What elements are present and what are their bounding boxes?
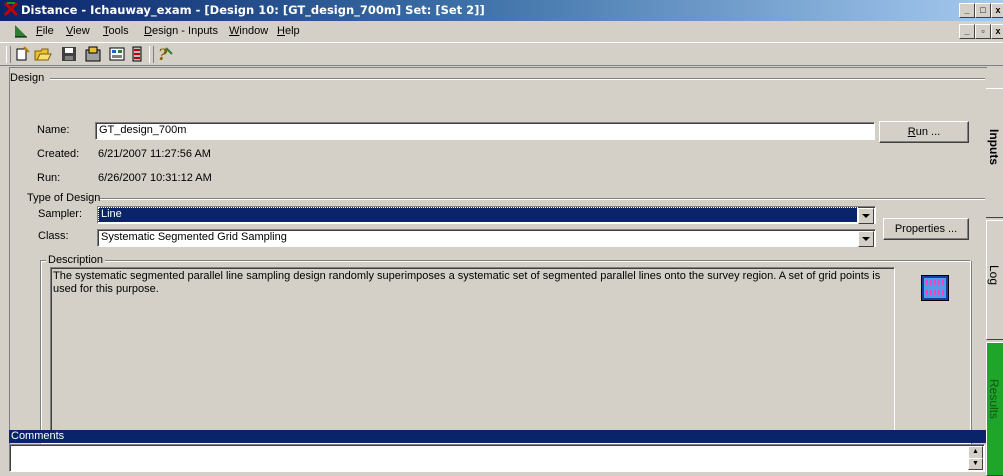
menu-design-inputs[interactable]: Design - Inputs	[144, 25, 218, 37]
toolbar-grip[interactable]	[6, 46, 11, 63]
class-select-value: Systematic Segmented Grid Sampling	[101, 231, 287, 243]
window-title: Distance - Ichauway_exam - [Design 10: […	[21, 3, 485, 17]
help-wizard-icon[interactable]: ?	[156, 45, 174, 63]
class-label: Class:	[38, 230, 69, 242]
tab-log[interactable]: Log	[986, 220, 1003, 340]
title-bar: Distance - Ichauway_exam - [Design 10: […	[0, 0, 1003, 21]
sampler-select-value: Line	[101, 208, 122, 220]
sampler-selection-highlight	[98, 207, 858, 223]
comments-header: Comments	[9, 430, 986, 443]
sampler-select[interactable]: Line	[97, 206, 876, 224]
properties-button[interactable]: Properties ...	[883, 218, 969, 240]
toolbar: ?	[0, 42, 1003, 66]
design-inputs-panel: Design Name: GT_design_700m Run ... Crea…	[9, 67, 987, 456]
name-field[interactable]: GT_design_700m	[95, 122, 875, 140]
toolbar-separator	[149, 46, 154, 63]
results-browser-icon[interactable]	[128, 45, 146, 63]
menu-bar: File View Tools Design - Inputs Window H…	[0, 21, 1003, 41]
class-select[interactable]: Systematic Segmented Grid Sampling	[97, 229, 876, 247]
menu-file[interactable]: File	[36, 25, 54, 37]
class-dropdown-arrow-icon[interactable]	[858, 231, 874, 247]
name-field-value: GT_design_700m	[99, 124, 187, 136]
segmented-grid-design-icon	[921, 275, 949, 301]
menu-tools[interactable]: Tools	[103, 25, 129, 37]
distance-app-icon	[4, 2, 18, 16]
menu-view[interactable]: View	[66, 25, 90, 37]
type-of-design-divider	[100, 198, 985, 200]
design-document-icon[interactable]	[14, 24, 28, 38]
sampler-label: Sampler:	[38, 208, 83, 220]
maximize-button[interactable]: □	[975, 3, 991, 18]
menu-window[interactable]: Window	[229, 25, 268, 37]
design-group-divider	[50, 78, 985, 80]
created-label: Created:	[37, 148, 80, 160]
design-group-label: Design	[10, 72, 45, 84]
comments-scroll-down-icon[interactable]: ▼	[968, 458, 983, 470]
new-project-icon[interactable]	[14, 45, 32, 63]
run-button[interactable]: Run ...	[879, 121, 969, 143]
description-group-label: Description	[46, 254, 106, 266]
save-disk-icon[interactable]	[60, 45, 78, 63]
tab-inputs[interactable]: Inputs	[986, 88, 1003, 218]
created-value: 6/21/2007 11:27:56 AM	[98, 148, 211, 160]
data-explorer-icon[interactable]	[84, 45, 102, 63]
tab-results-label: Results	[987, 379, 1001, 420]
open-folder-icon[interactable]	[34, 45, 52, 63]
close-button[interactable]: x	[991, 3, 1003, 18]
menu-help[interactable]: Help	[277, 25, 300, 37]
type-of-design-group-label: Type of Design	[27, 192, 101, 204]
mdi-minimize-button[interactable]: _	[959, 24, 975, 39]
minimize-button[interactable]: _	[959, 3, 975, 18]
comments-field[interactable]: ▲ ▼	[9, 444, 985, 472]
tab-results[interactable]: Results	[986, 342, 1003, 476]
description-text-area: The systematic segmented parallel line s…	[50, 267, 895, 433]
description-text: The systematic segmented parallel line s…	[53, 270, 881, 295]
name-label: Name:	[37, 124, 70, 136]
mdi-close-button[interactable]: x	[991, 24, 1003, 39]
tab-inputs-label: Inputs	[987, 129, 1001, 165]
mdi-restore-button[interactable]: ▫	[975, 24, 991, 39]
sampler-dropdown-arrow-icon[interactable]	[858, 208, 874, 224]
run-value: 6/26/2007 10:31:12 AM	[98, 172, 212, 184]
map-browser-icon[interactable]	[108, 45, 126, 63]
tab-log-label: Log	[987, 265, 1001, 286]
run-label: Run:	[37, 172, 61, 184]
